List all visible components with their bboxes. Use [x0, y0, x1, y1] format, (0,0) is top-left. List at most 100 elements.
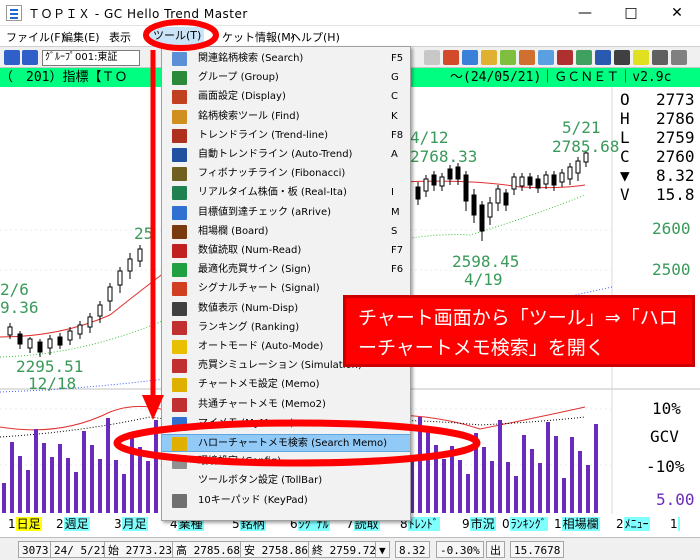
tool-menu-item-label: グループ (Group): [198, 72, 279, 84]
left-top-value-label: 9.36: [0, 298, 39, 317]
tool-menu-item[interactable]: 最適化売買サイン (Sign) F6: [162, 261, 410, 279]
tab-2[interactable]: 3月足: [112, 516, 150, 533]
menu-view[interactable]: 表示: [109, 29, 131, 45]
tab-8[interactable]: 9市況: [460, 516, 498, 533]
high-date-label: 4/12: [410, 128, 449, 147]
gcv-bar: [2, 483, 6, 513]
status-pct: -0.30%: [436, 541, 484, 558]
menu-bar: ファイル(F) 編集(E) 表示 ツール(T) ケット情報(M) ヘルプ(H): [0, 26, 700, 46]
tool-menu-item-shortcut: F8: [391, 129, 404, 141]
tool-menu-item-shortcut: A: [391, 149, 398, 160]
menu-market[interactable]: ケット情報(M): [222, 29, 295, 45]
tool-menu-item[interactable]: グループ (Group) G: [162, 69, 410, 87]
minimize-button[interactable]: —: [562, 0, 608, 26]
tool-menu-item[interactable]: トレンドライン (Trend-line) F8: [162, 127, 410, 145]
tool-menu-item[interactable]: ハローチャートメモ検索 (Search Memo): [162, 434, 410, 452]
tool-menu-item-label: 画面設定 (Display): [198, 91, 286, 103]
gcv-bar: [18, 456, 22, 513]
tool-menu-item-label: 関連銘柄検索 (Search): [198, 53, 304, 64]
tool-menu-item-shortcut: I: [391, 187, 394, 199]
app-icon: [6, 5, 22, 21]
tool-menu-item[interactable]: リアルタイム株価・板 (Real-Ita) I: [162, 184, 410, 202]
tool-menu-item-label: 自動トレンドライン (Auto-Trend): [198, 149, 353, 160]
gcv-bar: [458, 460, 462, 513]
tool-menu-item[interactable]: 10キーパッド (KeyPad): [162, 492, 410, 510]
tool-menu-item[interactable]: 共通チャートメモ (Memo2): [162, 396, 410, 414]
tab-0[interactable]: 1日足: [6, 516, 44, 533]
status-open: 始 2773.23: [104, 541, 176, 558]
chart-header-left: （ 201）指標【ＴＯ: [0, 70, 128, 85]
gcv-bar: [146, 461, 150, 513]
tool-menu-item[interactable]: 画面設定 (Display) C: [162, 88, 410, 106]
tool-icon-11[interactable]: [671, 50, 687, 65]
tab-number: 1: [554, 517, 562, 531]
tool-icon-3[interactable]: [462, 50, 478, 65]
tab-label: ﾒﾆｭｰ: [623, 517, 650, 531]
tool-menu-item-label: トレンドライン (Trend-line): [198, 129, 329, 141]
memo-icon: [172, 378, 187, 393]
gcv-bar: [130, 433, 134, 513]
tool-menu-item-label: 数値表示 (Num-Disp): [198, 302, 299, 314]
tool-menu-item[interactable]: 関連銘柄検索 (Search) F5: [162, 50, 410, 68]
gcv-bar: [474, 433, 478, 513]
tool-menu-item-label: 数値読取 (Num-Read): [198, 245, 302, 256]
tool-menu-item[interactable]: 銘柄検索ツール (Find) K: [162, 108, 410, 126]
memo2-icon: [172, 397, 187, 412]
tool-icon-1[interactable]: [424, 50, 440, 65]
group-icon: [172, 71, 187, 86]
tool-icon-6[interactable]: [519, 50, 535, 65]
tab-12[interactable]: 1: [668, 516, 682, 533]
gcv-bar: [506, 462, 510, 513]
menu-help[interactable]: ヘルプ(H): [290, 29, 340, 45]
tool-icon-2[interactable]: [443, 50, 459, 65]
tool-menu-item[interactable]: マイメモ (MyMemo): [162, 415, 410, 433]
tool-icon-7[interactable]: [538, 50, 554, 65]
gcv-bar: [578, 451, 582, 513]
back-arrow-icon[interactable]: [4, 50, 20, 65]
smiley-icon[interactable]: [633, 50, 649, 65]
left-top-date-label: 2/6: [0, 280, 29, 299]
forward-arrow-icon[interactable]: [22, 50, 38, 65]
maximize-button[interactable]: □: [608, 0, 654, 26]
tool-icon-8[interactable]: [557, 50, 573, 65]
tool-icon-5[interactable]: [500, 50, 516, 65]
tab-10[interactable]: 1相場欄: [552, 516, 602, 533]
tool-menu-item[interactable]: ツールボタン設定 (TollBar): [162, 472, 410, 490]
last-value-label: 2785.68: [552, 137, 619, 156]
price-axis-2600: 2600: [652, 219, 691, 238]
clock-icon[interactable]: [614, 50, 630, 65]
tool-menu-item[interactable]: 数値読取 (Num-Read) F7: [162, 242, 410, 260]
tool-icon-4[interactable]: [481, 50, 497, 65]
menu-edit[interactable]: 編集(E): [62, 29, 100, 45]
menu-file[interactable]: ファイル(F): [6, 29, 65, 45]
close-button[interactable]: ✕: [654, 0, 700, 26]
gcv-bar: [138, 447, 142, 513]
tab-9[interactable]: 0ﾗﾝｷﾝｸﾞ: [500, 516, 550, 533]
config-icon: [172, 455, 187, 470]
tool-icon-9[interactable]: [576, 50, 592, 65]
board-icon: [172, 224, 187, 239]
tab-11[interactable]: 2ﾒﾆｭｰ: [614, 516, 652, 533]
globe-icon[interactable]: [595, 50, 611, 65]
tool-menu-item[interactable]: 目標値到達チェック (aRrive) M: [162, 204, 410, 222]
ohlc-label-o: O: [620, 90, 630, 109]
status-high: 高 2785.68: [172, 541, 244, 558]
tool-menu-item[interactable]: フィボナッチライン (Fibonacci): [162, 165, 410, 183]
tool-menu-item[interactable]: 相場欄 (Board) S: [162, 223, 410, 241]
find-icon: [172, 109, 187, 124]
tool-menu-item-label: フィボナッチライン (Fibonacci): [198, 168, 346, 180]
num-disp-icon: [172, 301, 187, 316]
status-date: 24/ 5/21: [50, 541, 111, 558]
tab-1[interactable]: 2週足: [54, 516, 92, 533]
group-select[interactable]: ｸﾞﾙｰﾌﾟ001:東証: [42, 50, 140, 66]
tool-menu-item[interactable]: 環境設定 (Config): [162, 453, 410, 471]
status-vol-label: 出: [486, 541, 505, 558]
gcv-bar: [594, 424, 598, 513]
gcv-bar: [58, 444, 62, 513]
tool-icon-10[interactable]: [652, 50, 668, 65]
gcv-bar: [546, 422, 550, 513]
tool-menu-item-shortcut: C: [391, 91, 398, 103]
menu-tool[interactable]: ツール(T): [150, 27, 205, 45]
tool-menu-item[interactable]: 自動トレンドライン (Auto-Trend) A: [162, 146, 410, 164]
tool-menu-item[interactable]: チャートメモ設定 (Memo): [162, 376, 410, 394]
